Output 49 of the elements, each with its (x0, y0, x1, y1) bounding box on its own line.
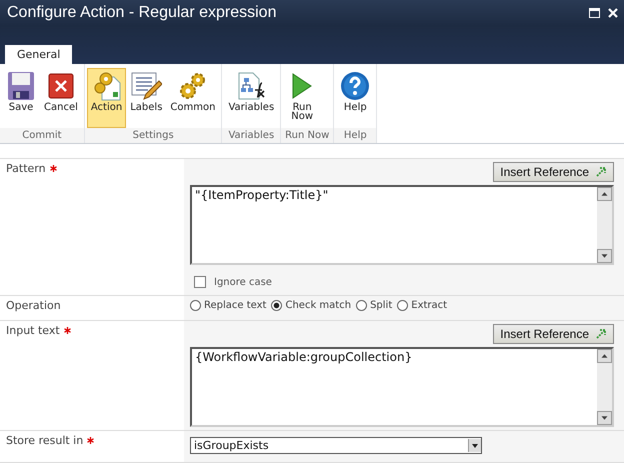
ribbon-button[interactable]: Labels (126, 68, 166, 128)
arrow-icon (595, 166, 607, 178)
cancel-icon (48, 71, 74, 101)
field-label: Pattern (6, 162, 46, 175)
ribbon-group-label: Help (334, 128, 376, 143)
insert-reference-button[interactable]: Insert Reference (493, 162, 614, 182)
ribbon-group-label: Commit (0, 128, 84, 143)
radio-button[interactable] (190, 300, 201, 311)
scroll-down-icon[interactable] (597, 411, 612, 425)
ribbon-button[interactable]: Save (2, 68, 40, 128)
scroll-down-icon[interactable] (597, 249, 612, 263)
field-label: Store result in (6, 434, 84, 447)
list-pencil-icon (130, 71, 162, 101)
window-title: Configure Action - Regular expression (7, 4, 278, 22)
ribbon-button[interactable]: Variables (224, 68, 278, 128)
ribbon-group-label: Variables (222, 128, 280, 143)
gears-icon (178, 71, 208, 101)
play-icon (291, 71, 314, 101)
insert-reference-button[interactable]: Insert Reference (493, 324, 614, 344)
ribbon-group-label: Run Now (281, 128, 334, 143)
text-area[interactable]: "{ItemProperty:Title}" (190, 185, 614, 265)
ribbon-button[interactable]: Help (336, 68, 374, 128)
ignore-case-checkbox[interactable]: Ignore case (190, 265, 614, 292)
radio-button[interactable] (397, 300, 408, 311)
dropdown[interactable]: isGroupExists (190, 437, 482, 454)
scroll-up-icon[interactable] (597, 187, 612, 201)
radio-label[interactable]: Split (370, 300, 392, 311)
ribbon-button[interactable]: Action (86, 68, 126, 128)
maximize-icon[interactable] (589, 8, 600, 18)
ribbon-tab[interactable]: General (5, 45, 72, 64)
ribbon-button[interactable]: Cancel (40, 68, 82, 128)
scrollbar[interactable] (597, 187, 612, 263)
help-icon (340, 71, 370, 101)
ribbon-group-label: Settings (84, 128, 222, 143)
field-label: Operation (6, 299, 61, 312)
radio-label[interactable]: Replace text (204, 300, 266, 311)
gears-document-icon (92, 71, 122, 101)
radio-button[interactable] (271, 300, 282, 311)
radio-label[interactable]: Check match (285, 300, 352, 311)
text-area[interactable]: {WorkflowVariable:groupCollection} (190, 347, 614, 427)
radio-label[interactable]: Extract (411, 300, 448, 311)
scroll-up-icon[interactable] (597, 349, 612, 363)
close-icon[interactable] (608, 8, 618, 18)
field-label: Input text (6, 324, 60, 337)
ribbon-button[interactable]: Common (166, 68, 220, 128)
ribbon-button[interactable]: Run Now (283, 68, 322, 128)
arrow-icon (595, 328, 607, 340)
radio-button[interactable] (356, 300, 368, 311)
scrollbar[interactable] (597, 349, 612, 425)
